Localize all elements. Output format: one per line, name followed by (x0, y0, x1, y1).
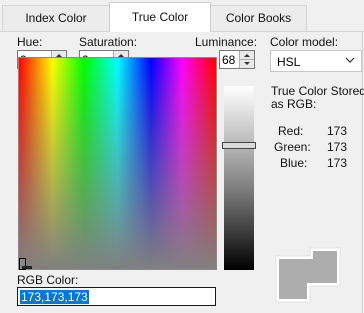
color-model-value[interactable]: HSL (277, 55, 300, 69)
hue-label: Hue: (17, 35, 43, 49)
chevron-down-icon[interactable] (345, 55, 355, 65)
red-value: 173 (327, 124, 348, 138)
spin-down-icon[interactable] (244, 62, 250, 65)
luminance-spin-buttons[interactable] (239, 51, 254, 68)
stored-red-row: Red: 173 (274, 124, 354, 140)
luminance-label: Luminance: (195, 35, 258, 49)
hue-saturation-field[interactable] (18, 57, 217, 270)
tab-index-color[interactable]: Index Color (2, 5, 110, 31)
stored-green-row: Green: 173 (274, 140, 354, 156)
field-crosshair-underline (22, 266, 32, 269)
blue-label: Blue: (280, 156, 308, 170)
blue-value: 173 (327, 156, 348, 170)
color-model-label: Color model: (270, 35, 339, 49)
rgb-color-value[interactable]: 173,173,173 (20, 290, 89, 304)
saturation-label: Saturation: (79, 35, 138, 49)
tab-true-color[interactable]: True Color (109, 2, 211, 32)
red-label: Red: (278, 124, 304, 138)
stored-caption-line2: as RGB: (271, 97, 317, 111)
green-value: 173 (327, 140, 348, 154)
luminance-slider-track[interactable] (224, 86, 254, 270)
green-label: Green: (274, 140, 311, 154)
color-model-select[interactable]: HSL (270, 50, 362, 72)
tab-strip: Index Color True Color Color Books (0, 0, 364, 32)
luminance-value[interactable]: 68 (222, 53, 235, 67)
rgb-color-label: RGB Color: (17, 273, 79, 287)
tab-color-books[interactable]: Color Books (210, 5, 307, 31)
stored-caption-line1: True Color Stored (271, 84, 364, 98)
luminance-slider-thumb[interactable] (222, 142, 256, 149)
rgb-color-input[interactable]: 173,173,173 (17, 287, 216, 306)
stored-blue-row: Blue: 173 (274, 156, 354, 172)
panel-border-right (362, 31, 363, 313)
spin-up-icon[interactable] (244, 54, 250, 57)
luminance-spinbox[interactable]: 68 (219, 50, 255, 69)
color-preview-swatch (275, 247, 341, 303)
